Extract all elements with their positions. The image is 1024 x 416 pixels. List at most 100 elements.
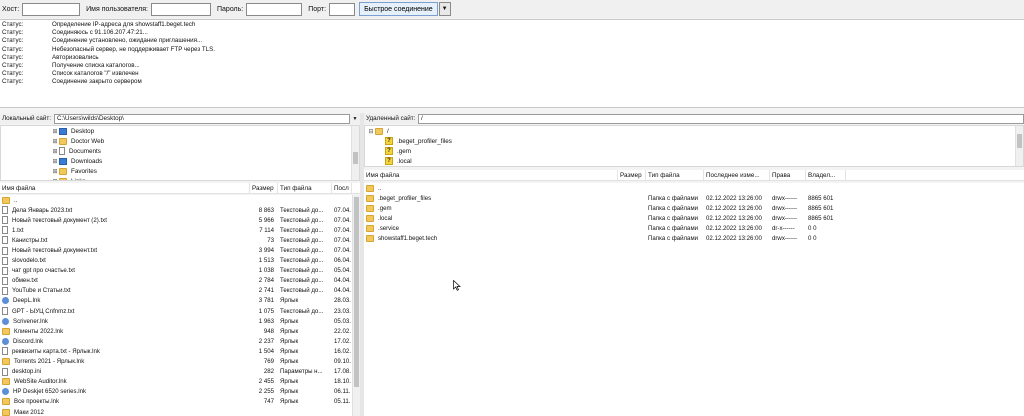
file-row[interactable]: YouTube и Статьи.txt 2 741 Текстовый до...…: [0, 286, 360, 296]
local-list-scrollbar[interactable]: [352, 195, 360, 416]
file-row[interactable]: реквизиты карта.txt - Ярлык.lnk 1 504 Ярлы…: [0, 346, 360, 356]
collapse-icon[interactable]: ⊟: [367, 128, 375, 135]
file-modified: 02.12.2022 13:26:00: [706, 224, 762, 232]
quickconnect-button[interactable]: Быстрое соединение: [359, 2, 438, 16]
file-row[interactable]: DeepL.lnk 3 781 Ярлык 28.03.: [0, 296, 360, 306]
local-list-header: Имя файла Размер Тип файла Посл: [0, 183, 360, 194]
file-name-cell: Discord.lnk: [0, 337, 250, 345]
folder-icon: [366, 214, 374, 222]
remote-path-input[interactable]: /: [418, 113, 1024, 124]
tree-root-label: /: [387, 127, 389, 135]
tree-item-label: Documents: [69, 147, 101, 155]
folder-icon: [366, 235, 374, 243]
password-input[interactable]: [246, 2, 303, 16]
file-name: WebSite Auditor.lnk: [14, 378, 67, 386]
file-row[interactable]: Torrents 2021 - Ярлык.lnk 769 Ярлык 09.10.: [0, 357, 360, 367]
file-row[interactable]: ..: [364, 183, 1024, 193]
col-type[interactable]: Тип файла: [646, 170, 704, 180]
expand-icon[interactable]: ⊞: [51, 158, 59, 165]
file-row[interactable]: HP Deskjet 6520 series.lnk 2 255 Ярлык 06.1…: [0, 387, 360, 397]
file-date: 04.04.: [334, 287, 351, 295]
local-tree-scrollbar[interactable]: [351, 126, 359, 180]
tree-item[interactable]: ⊞ Doctor Web: [51, 136, 359, 146]
file-row[interactable]: GPT - ЫУЦ Cnfnmz.txt 1 075 Текстовый до...…: [0, 306, 360, 316]
remote-directory-tree[interactable]: ⊟ / ? .beget_profiler_files? .gem? .local: [364, 125, 1024, 167]
file-row[interactable]: 1.txt 7 114 Текстовый до... 07.04.: [0, 225, 360, 235]
file-date: 22.02.: [334, 327, 351, 335]
file-owner: 8865 601: [808, 214, 834, 222]
tree-item[interactable]: ⊞ Desktop: [51, 126, 359, 136]
remote-tree-scrollbar[interactable]: [1015, 126, 1023, 166]
log-status: Статус:: [2, 78, 24, 86]
file-row[interactable]: Канистры.txt 73 Текстовый до... 07.04.: [0, 235, 360, 245]
message-log[interactable]: Статус: Определение IP-адреса для showsta…: [0, 19, 1024, 108]
file-row[interactable]: Новый текстовый документ (2).txt 5 966 Тек…: [0, 215, 360, 225]
file-row[interactable]: Scrivener.lnk 1 963 Ярлык 05.03.: [0, 316, 360, 326]
file-icon: [2, 256, 8, 265]
col-filename[interactable]: Имя файла: [364, 170, 618, 180]
file-row[interactable]: Новый текстовый документ.txt 3 994 Текстов…: [0, 245, 360, 255]
expand-icon[interactable]: ⊞: [51, 138, 59, 145]
chevron-down-icon[interactable]: ▼: [350, 114, 360, 124]
file-row[interactable]: Маки 2012: [0, 407, 360, 416]
file-modified: 02.12.2022 13:26:00: [706, 214, 762, 222]
file-row[interactable]: showstaff1.beget.tech Папка с файлами 02.1…: [364, 233, 1024, 243]
expand-icon[interactable]: ⊞: [51, 128, 59, 135]
file-row[interactable]: Discord.lnk 2 237 Ярлык 17.02.: [0, 336, 360, 346]
file-row[interactable]: Дела Январь 2023.txt 8 863 Текстовый до...…: [0, 205, 360, 215]
tree-item[interactable]: ⊞ Documents: [51, 146, 359, 156]
file-size: 1 038: [258, 267, 274, 275]
tree-item[interactable]: ⊞ Links: [51, 176, 359, 181]
file-row[interactable]: Все проекты.lnk 747 Ярлык 05.11.: [0, 397, 360, 407]
port-input[interactable]: [329, 2, 356, 16]
expand-icon[interactable]: ⊞: [51, 148, 59, 155]
file-icon: [59, 147, 65, 155]
file-row[interactable]: desktop.ini 282 Параметры н... 17.08.: [0, 367, 360, 377]
file-row[interactable]: обмен.txt 2 784 Текстовый до... 04.04.: [0, 276, 360, 286]
file-row[interactable]: .gem Папка с файлами 02.12.2022 13:26:00 dr…: [364, 203, 1024, 213]
quickconnect-dropdown[interactable]: ▼: [438, 2, 451, 16]
folder-icon: [366, 194, 374, 202]
file-type: Текстовый до...: [280, 287, 324, 295]
file-row[interactable]: .local Папка с файлами 02.12.2022 13:26:00…: [364, 213, 1024, 223]
file-name-cell: .beget_profiler_files: [364, 194, 618, 202]
remote-file-list[interactable]: .. .beget_profiler_files Папка с файлами 02…: [364, 183, 1024, 416]
local-path-input[interactable]: C:\Users\wilds\Desktop\: [54, 113, 350, 124]
file-type: Папка с файлами: [648, 194, 699, 202]
file-row[interactable]: чат gpt про счастье.txt 1 038 Текстовый до…: [0, 266, 360, 276]
col-owner[interactable]: Владел...: [806, 170, 846, 180]
file-row[interactable]: WebSite Auditor.lnk 2 455 Ярлык 18.10.: [0, 377, 360, 387]
expand-icon[interactable]: ⊞: [51, 168, 59, 175]
col-modified[interactable]: Последнее изме...: [704, 170, 770, 180]
file-row[interactable]: ..: [0, 195, 360, 205]
col-permissions[interactable]: Права: [770, 170, 806, 180]
tree-item[interactable]: ? .local: [385, 156, 1023, 166]
folder-blue-icon: [59, 127, 67, 135]
col-size[interactable]: Размер: [250, 183, 278, 193]
local-directory-tree[interactable]: ⊞ Desktop ⊞ Doctor Web ⊞ Documents ⊞ Downloads ⊞…: [0, 125, 360, 181]
tree-item[interactable]: ⊟ /: [365, 126, 1023, 136]
file-size: 769: [263, 358, 274, 366]
file-row[interactable]: slovodelo.txt 1 513 Текстовый до... 06.04.: [0, 256, 360, 266]
col-size[interactable]: Размер: [618, 170, 646, 180]
mouse-cursor-icon: [453, 280, 461, 291]
file-name: .beget_profiler_files: [378, 194, 432, 202]
file-date: 06.11.: [334, 388, 351, 396]
file-row[interactable]: .beget_profiler_files Папка с файлами 02.1…: [364, 193, 1024, 203]
tree-item[interactable]: ? .gem: [385, 146, 1023, 156]
file-row[interactable]: .service Папка с файлами 02.12.2022 13:26:…: [364, 223, 1024, 233]
expand-icon[interactable]: ⊞: [51, 178, 59, 181]
tree-item[interactable]: ⊞ Downloads: [51, 156, 359, 166]
host-input[interactable]: [22, 2, 81, 16]
tree-item[interactable]: ? .beget_profiler_files: [385, 136, 1023, 146]
col-type[interactable]: Тип файла: [278, 183, 332, 193]
local-file-list[interactable]: .. Дела Январь 2023.txt 8 863 Текстовый до.…: [0, 195, 360, 416]
col-filename[interactable]: Имя файла: [0, 183, 250, 193]
tree-item[interactable]: ⊞ Favorites: [51, 166, 359, 176]
username-input[interactable]: [151, 2, 211, 16]
file-date: 05.04.: [334, 267, 351, 275]
file-row[interactable]: Клиенты 2022.lnk 948 Ярлык 22.02.: [0, 326, 360, 336]
file-name-cell: .local: [364, 214, 618, 222]
col-modified[interactable]: Посл: [332, 183, 352, 193]
log-message: Соединяюсь с 91.106.207.47:21...: [52, 29, 148, 37]
